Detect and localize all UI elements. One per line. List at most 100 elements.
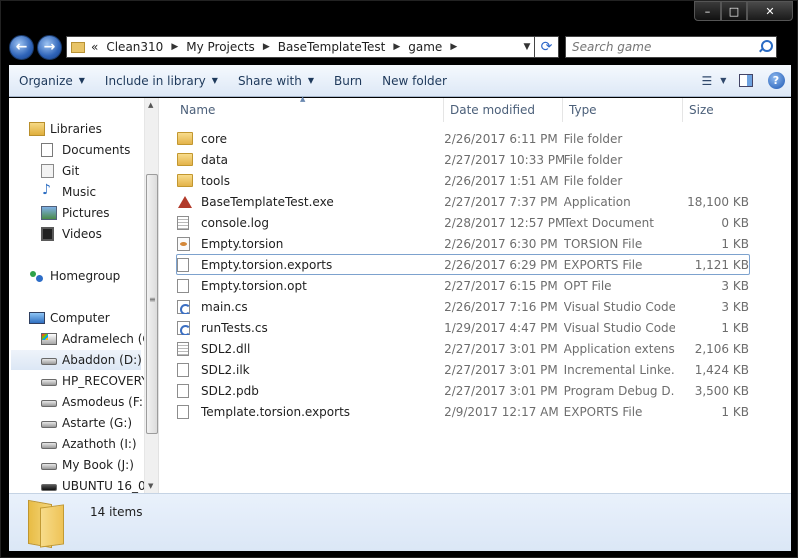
hard-drive-icon xyxy=(41,421,57,428)
sidebar-item-drive[interactable]: Asmodeus (F:) xyxy=(41,392,148,412)
file-row[interactable]: Empty.torsion 2/26/2017 6:30 PM TORSION Fi… xyxy=(176,233,750,254)
help-button[interactable]: ? xyxy=(761,72,791,89)
scroll-up-icon[interactable]: ▲ xyxy=(148,101,153,109)
column-header-size[interactable]: Size xyxy=(683,98,758,122)
file-name: SDL2.pdb xyxy=(201,383,259,398)
sidebar-item-label: Homegroup xyxy=(50,269,121,283)
file-row[interactable]: SDL2.dll 2/27/2017 3:01 PM Application ext… xyxy=(176,338,750,359)
file-name: tools xyxy=(201,173,230,188)
chevron-right-icon[interactable]: ▶ xyxy=(171,42,178,52)
address-history-dropdown[interactable]: ▼ xyxy=(520,37,534,57)
sidebar-item-computer[interactable]: Computer xyxy=(29,308,110,328)
sidebar-item-homegroup[interactable]: Homegroup xyxy=(29,266,120,286)
chevron-right-icon[interactable]: ▶ xyxy=(263,42,270,52)
column-name-label: Name xyxy=(180,103,216,117)
file-date-modified: 2/27/2017 3:01 PM xyxy=(444,383,558,398)
file-row[interactable]: BaseTemplateTest.exe 2/27/2017 7:37 PM App… xyxy=(176,191,750,212)
file-name: console.log xyxy=(201,215,269,230)
homegroup-icon xyxy=(29,269,45,283)
file-name: Empty.torsion xyxy=(201,236,284,251)
sidebar-item-label: Music xyxy=(62,185,97,199)
file-date-modified: 2/27/2017 3:01 PM xyxy=(444,362,558,377)
file-size: 2,106 KB xyxy=(694,341,749,356)
burn-button[interactable]: Burn xyxy=(324,70,372,92)
sidebar-item-git[interactable]: Git xyxy=(41,161,79,181)
breadcrumb-item[interactable]: game xyxy=(408,40,442,54)
usb-drive-icon xyxy=(41,484,57,491)
sidebar-item-label: My Book (J:) xyxy=(62,458,134,472)
search-box[interactable] xyxy=(565,36,777,58)
file-name-cell: Empty.torsion.exports xyxy=(177,257,444,272)
file-row[interactable]: Template.torsion.exports 2/9/2017 12:17 A… xyxy=(176,401,750,422)
search-icon[interactable] xyxy=(758,40,773,54)
share-with-button[interactable]: Share with ▼ xyxy=(228,70,324,92)
file-name: SDL2.dll xyxy=(201,341,251,356)
file-row[interactable]: console.log 2/28/2017 12:57 PM Text Docume… xyxy=(176,212,750,233)
sidebar-item-drive[interactable]: UBUNTU 16_0 (I xyxy=(41,476,158,493)
sidebar-item-drive[interactable]: HP_RECOVERY ( xyxy=(41,371,157,391)
sidebar-item-libraries[interactable]: Libraries xyxy=(29,119,102,139)
scrollbar-thumb[interactable] xyxy=(146,174,158,434)
sidebar-item-drive[interactable]: Astarte (G:) xyxy=(41,413,132,433)
sidebar-item-drive[interactable]: My Book (J:) xyxy=(41,455,134,475)
file-type: Application xyxy=(563,194,631,209)
address-bar[interactable]: « Clean310 ▶ My Projects ▶ BaseTemplateT… xyxy=(66,36,535,58)
back-button[interactable]: ← xyxy=(9,34,34,60)
view-controls: ☰ ▼ ? xyxy=(697,65,791,96)
file-name-cell: data xyxy=(177,153,444,167)
breadcrumb-overflow[interactable]: « xyxy=(91,40,98,54)
help-icon: ? xyxy=(767,72,785,89)
sidebar-item-label: Azathoth (I:) xyxy=(62,437,137,451)
sidebar-item-videos[interactable]: Videos xyxy=(41,224,102,244)
sidebar-item-documents[interactable]: Documents xyxy=(41,140,130,160)
sidebar-item-label: Astarte (G:) xyxy=(62,416,133,430)
documents-icon xyxy=(41,143,53,157)
breadcrumb-item[interactable]: My Projects xyxy=(186,40,255,54)
maximize-button[interactable]: □ xyxy=(721,1,747,21)
new-folder-button[interactable]: New folder xyxy=(372,70,457,92)
refresh-button[interactable]: ⟳ xyxy=(535,36,559,58)
minimize-button[interactable]: – xyxy=(694,1,721,21)
file-row[interactable]: Empty.torsion.opt 2/27/2017 6:15 PM OPT Fi… xyxy=(176,275,750,296)
sidebar-item-drive-selected[interactable]: Abaddon (D:) xyxy=(11,350,142,370)
file-row[interactable]: core 2/26/2017 6:11 PM File folder xyxy=(176,128,750,149)
file-name: Empty.torsion.opt xyxy=(201,278,307,293)
file-row[interactable]: tools 2/26/2017 1:51 AM File folder xyxy=(176,170,750,191)
folder-icon xyxy=(177,153,193,166)
file-icon xyxy=(177,362,189,377)
cs-file-icon xyxy=(177,299,191,314)
file-row[interactable]: main.cs 2/26/2017 7:16 PM Visual Studio Co… xyxy=(176,296,750,317)
chevron-right-icon[interactable]: ▶ xyxy=(450,42,457,52)
main-area: Libraries Documents Git Music Pictures V… xyxy=(9,95,791,493)
file-row[interactable]: data 2/27/2017 10:33 PM File folder xyxy=(176,149,750,170)
organize-button[interactable]: Organize ▼ xyxy=(9,70,95,92)
navigation-pane-scrollbar[interactable]: ▲ ▼ xyxy=(144,98,158,493)
file-date-modified: 2/26/2017 1:51 AM xyxy=(444,173,559,188)
close-button[interactable]: ✕ xyxy=(747,1,793,21)
file-row[interactable]: Empty.torsion.exports 2/26/2017 6:29 PM EX… xyxy=(176,254,750,275)
search-input[interactable] xyxy=(572,40,752,54)
file-size: 1,121 KB xyxy=(694,257,749,272)
sidebar-item-drive[interactable]: Adramelech (C:) xyxy=(41,329,158,349)
change-view-button[interactable]: ☰ ▼ xyxy=(697,74,731,88)
breadcrumb-item[interactable]: Clean310 xyxy=(106,40,163,54)
chevron-right-icon[interactable]: ▶ xyxy=(393,42,400,52)
file-row[interactable]: SDL2.pdb 2/27/2017 3:01 PM Program Debug D… xyxy=(176,380,750,401)
sidebar-item-music[interactable]: Music xyxy=(41,182,96,202)
include-in-library-button[interactable]: Include in library ▼ xyxy=(95,70,228,92)
file-name: BaseTemplateTest.exe xyxy=(201,194,334,209)
sidebar-item-drive[interactable]: Azathoth (I:) xyxy=(41,434,137,454)
explorer-window: – □ ✕ ← → « Clean310 ▶ My Projects ▶ Bas… xyxy=(0,0,798,558)
file-row[interactable]: SDL2.ilk 2/27/2017 3:01 PM Incremental Lin… xyxy=(176,359,750,380)
file-row[interactable]: runTests.cs 1/29/2017 4:47 PM Visual Studi… xyxy=(176,317,750,338)
column-header-name[interactable]: Name ▲ xyxy=(160,95,444,122)
column-header-type[interactable]: Type xyxy=(563,98,683,122)
preview-pane-button[interactable] xyxy=(731,74,761,87)
scroll-down-icon[interactable]: ▼ xyxy=(148,482,153,490)
sidebar-item-pictures[interactable]: Pictures xyxy=(41,203,110,223)
column-header-date[interactable]: Date modified xyxy=(444,98,563,122)
breadcrumb-item[interactable]: BaseTemplateTest xyxy=(278,40,386,54)
chevron-down-icon: ▼ xyxy=(78,76,85,85)
forward-button[interactable]: → xyxy=(37,34,62,60)
sidebar-item-label: Computer xyxy=(50,311,110,325)
